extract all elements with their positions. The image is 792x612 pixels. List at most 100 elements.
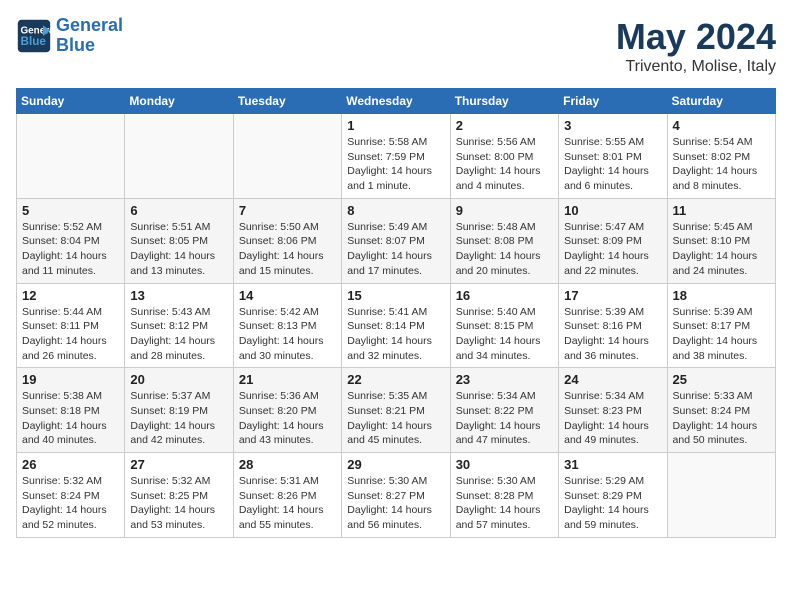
calendar-header-friday: Friday — [559, 89, 667, 114]
day-number: 2 — [456, 118, 553, 133]
calendar-cell: 1 Sunrise: 5:58 AMSunset: 7:59 PMDaylight… — [342, 114, 450, 199]
calendar-cell — [233, 114, 341, 199]
calendar-cell: 13Sunrise: 5:43 AMSunset: 8:12 PMDayligh… — [125, 283, 233, 368]
calendar-subtitle: Trivento, Molise, Italy — [616, 58, 776, 76]
calendar-cell: 30Sunrise: 5:30 AMSunset: 8:28 PMDayligh… — [450, 453, 558, 538]
day-number: 17 — [564, 288, 661, 303]
day-info: Sunrise: 5:39 AMSunset: 8:17 PMDaylight:… — [673, 305, 770, 364]
calendar-header-monday: Monday — [125, 89, 233, 114]
svg-text:Blue: Blue — [21, 35, 47, 48]
calendar-header-saturday: Saturday — [667, 89, 775, 114]
calendar-header-row: SundayMondayTuesdayWednesdayThursdayFrid… — [17, 89, 776, 114]
calendar-cell: 15 Sunrise: 5:41 AMSunset: 8:14 PMDayligh… — [342, 283, 450, 368]
day-info: Sunrise: 5:56 AMSunset: 8:00 PMDaylight:… — [456, 135, 553, 194]
day-number: 3 — [564, 118, 661, 133]
calendar-cell — [17, 114, 125, 199]
logo-text-general: General — [56, 16, 123, 36]
day-info: Sunrise: 5:44 AMSunset: 8:11 PMDaylight:… — [22, 305, 119, 364]
day-info: Sunrise: 5:42 AMSunset: 8:13 PMDaylight:… — [239, 305, 336, 364]
day-number: 30 — [456, 457, 553, 472]
calendar-cell: 2 Sunrise: 5:56 AMSunset: 8:00 PMDaylight… — [450, 114, 558, 199]
day-info: Sunrise: 5:48 AMSunset: 8:08 PMDaylight:… — [456, 220, 553, 279]
calendar-cell — [667, 453, 775, 538]
calendar-cell: 4 Sunrise: 5:54 AMSunset: 8:02 PMDaylight… — [667, 114, 775, 199]
day-number: 27 — [130, 457, 227, 472]
calendar-cell: 18Sunrise: 5:39 AMSunset: 8:17 PMDayligh… — [667, 283, 775, 368]
day-info: Sunrise: 5:58 AMSunset: 7:59 PMDaylight:… — [347, 135, 444, 194]
day-number: 19 — [22, 372, 119, 387]
day-number: 6 — [130, 203, 227, 218]
day-number: 29 — [347, 457, 444, 472]
day-number: 16 — [456, 288, 553, 303]
calendar-cell: 21 Sunrise: 5:36 AMSunset: 8:20 PMDayligh… — [233, 368, 341, 453]
calendar-cell: 22Sunrise: 5:35 AMSunset: 8:21 PMDayligh… — [342, 368, 450, 453]
day-number: 1 — [347, 118, 444, 133]
calendar-cell: 24Sunrise: 5:34 AMSunset: 8:23 PMDayligh… — [559, 368, 667, 453]
day-info: Sunrise: 5:35 AMSunset: 8:21 PMDaylight:… — [347, 389, 444, 448]
day-info: Sunrise: 5:55 AMSunset: 8:01 PMDaylight:… — [564, 135, 661, 194]
calendar-cell: 10Sunrise: 5:47 AMSunset: 8:09 PMDayligh… — [559, 198, 667, 283]
calendar-cell: 26Sunrise: 5:32 AMSunset: 8:24 PMDayligh… — [17, 453, 125, 538]
calendar-table: SundayMondayTuesdayWednesdayThursdayFrid… — [16, 88, 776, 538]
day-number: 11 — [673, 203, 770, 218]
day-number: 31 — [564, 457, 661, 472]
day-info: Sunrise: 5:32 AMSunset: 8:25 PMDaylight:… — [130, 474, 227, 533]
day-number: 4 — [673, 118, 770, 133]
day-info: Sunrise: 5:38 AMSunset: 8:18 PMDaylight:… — [22, 389, 119, 448]
day-info: Sunrise: 5:32 AMSunset: 8:24 PMDaylight:… — [22, 474, 119, 533]
calendar-cell: 5 Sunrise: 5:52 AMSunset: 8:04 PMDaylight… — [17, 198, 125, 283]
day-number: 20 — [130, 372, 227, 387]
calendar-cell: 23 Sunrise: 5:34 AMSunset: 8:22 PMDayligh… — [450, 368, 558, 453]
page-header: General Blue General Blue May 2024 Trive… — [16, 16, 776, 76]
calendar-cell: 20 Sunrise: 5:37 AMSunset: 8:19 PMDayligh… — [125, 368, 233, 453]
calendar-week-row: 12 Sunrise: 5:44 AMSunset: 8:11 PMDayligh… — [17, 283, 776, 368]
logo-icon: General Blue — [16, 18, 52, 54]
calendar-header-thursday: Thursday — [450, 89, 558, 114]
calendar-cell: 19 Sunrise: 5:38 AMSunset: 8:18 PMDayligh… — [17, 368, 125, 453]
day-number: 12 — [22, 288, 119, 303]
day-number: 13 — [130, 288, 227, 303]
day-number: 14 — [239, 288, 336, 303]
day-info: Sunrise: 5:52 AMSunset: 8:04 PMDaylight:… — [22, 220, 119, 279]
calendar-cell — [125, 114, 233, 199]
calendar-header-tuesday: Tuesday — [233, 89, 341, 114]
calendar-title: May 2024 — [616, 16, 776, 58]
day-info: Sunrise: 5:45 AMSunset: 8:10 PMDaylight:… — [673, 220, 770, 279]
calendar-cell: 8Sunrise: 5:49 AMSunset: 8:07 PMDaylight… — [342, 198, 450, 283]
calendar-week-row: 5 Sunrise: 5:52 AMSunset: 8:04 PMDaylight… — [17, 198, 776, 283]
calendar-cell: 31 Sunrise: 5:29 AMSunset: 8:29 PMDayligh… — [559, 453, 667, 538]
day-info: Sunrise: 5:31 AMSunset: 8:26 PMDaylight:… — [239, 474, 336, 533]
day-number: 24 — [564, 372, 661, 387]
calendar-cell: 9 Sunrise: 5:48 AMSunset: 8:08 PMDaylight… — [450, 198, 558, 283]
day-info: Sunrise: 5:36 AMSunset: 8:20 PMDaylight:… — [239, 389, 336, 448]
day-number: 5 — [22, 203, 119, 218]
day-number: 9 — [456, 203, 553, 218]
day-info: Sunrise: 5:30 AMSunset: 8:27 PMDaylight:… — [347, 474, 444, 533]
day-info: Sunrise: 5:41 AMSunset: 8:14 PMDaylight:… — [347, 305, 444, 364]
calendar-cell: 17Sunrise: 5:39 AMSunset: 8:16 PMDayligh… — [559, 283, 667, 368]
calendar-cell: 6 Sunrise: 5:51 AMSunset: 8:05 PMDaylight… — [125, 198, 233, 283]
day-info: Sunrise: 5:40 AMSunset: 8:15 PMDaylight:… — [456, 305, 553, 364]
day-info: Sunrise: 5:51 AMSunset: 8:05 PMDaylight:… — [130, 220, 227, 279]
calendar-week-row: 26Sunrise: 5:32 AMSunset: 8:24 PMDayligh… — [17, 453, 776, 538]
day-number: 7 — [239, 203, 336, 218]
calendar-cell: 29 Sunrise: 5:30 AMSunset: 8:27 PMDayligh… — [342, 453, 450, 538]
logo: General Blue General Blue — [16, 16, 123, 56]
day-info: Sunrise: 5:37 AMSunset: 8:19 PMDaylight:… — [130, 389, 227, 448]
calendar-cell: 25Sunrise: 5:33 AMSunset: 8:24 PMDayligh… — [667, 368, 775, 453]
calendar-cell: 3 Sunrise: 5:55 AMSunset: 8:01 PMDaylight… — [559, 114, 667, 199]
day-info: Sunrise: 5:34 AMSunset: 8:22 PMDaylight:… — [456, 389, 553, 448]
calendar-week-row: 1 Sunrise: 5:58 AMSunset: 7:59 PMDaylight… — [17, 114, 776, 199]
calendar-header-wednesday: Wednesday — [342, 89, 450, 114]
day-info: Sunrise: 5:54 AMSunset: 8:02 PMDaylight:… — [673, 135, 770, 194]
day-info: Sunrise: 5:49 AMSunset: 8:07 PMDaylight:… — [347, 220, 444, 279]
day-info: Sunrise: 5:29 AMSunset: 8:29 PMDaylight:… — [564, 474, 661, 533]
calendar-header-sunday: Sunday — [17, 89, 125, 114]
day-info: Sunrise: 5:50 AMSunset: 8:06 PMDaylight:… — [239, 220, 336, 279]
day-number: 15 — [347, 288, 444, 303]
calendar-cell: 11 Sunrise: 5:45 AMSunset: 8:10 PMDayligh… — [667, 198, 775, 283]
day-number: 21 — [239, 372, 336, 387]
calendar-cell: 14 Sunrise: 5:42 AMSunset: 8:13 PMDayligh… — [233, 283, 341, 368]
calendar-cell: 27 Sunrise: 5:32 AMSunset: 8:25 PMDayligh… — [125, 453, 233, 538]
day-number: 23 — [456, 372, 553, 387]
